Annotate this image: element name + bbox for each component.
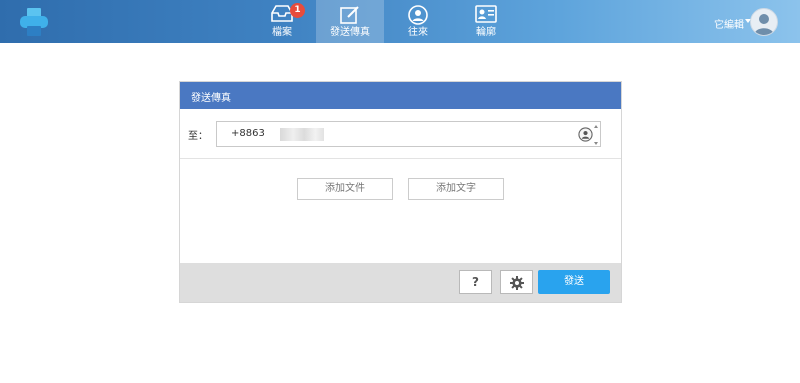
nav-send-fax[interactable]: 發送傳真 <box>316 0 384 43</box>
settings-button[interactable] <box>500 270 533 294</box>
redacted-number <box>280 128 324 141</box>
send-fax-dialog: 發送傳真 至： +8863 添加文件 添加文字 ? 發送 <box>179 81 622 303</box>
recipient-spinner[interactable] <box>594 124 599 146</box>
dialog-header: 發送傳真 <box>180 82 621 109</box>
nav-contacts[interactable]: 往來 <box>384 0 452 43</box>
help-button[interactable]: ? <box>459 270 492 294</box>
nav-inbox-label: 檔案 <box>272 27 292 38</box>
send-button[interactable]: 發送 <box>538 270 610 294</box>
unread-badge: 1 <box>290 3 305 18</box>
nav-profile-label: 輪廓 <box>476 27 496 38</box>
spinner-up-icon[interactable] <box>594 125 598 128</box>
fax-logo-icon[interactable] <box>19 7 49 37</box>
recipient-label: 至： <box>188 131 208 142</box>
avatar[interactable] <box>750 8 778 36</box>
person-icon <box>408 5 428 25</box>
dialog-footer: ? 發送 <box>180 263 621 302</box>
user-menu-name[interactable]: 它編輯 <box>714 16 744 31</box>
dialog-title: 發送傳真 <box>191 93 231 104</box>
nav-profile[interactable]: 輪廓 <box>452 0 520 43</box>
top-nav-bar: 1 檔案 發送傳真 往來 輪廓 它編輯 <box>0 0 800 43</box>
spinner-down-icon[interactable] <box>594 142 598 145</box>
recipient-value: +8863 <box>231 128 265 139</box>
nav-send-fax-label: 發送傳真 <box>330 27 370 38</box>
add-file-button[interactable]: 添加文件 <box>297 178 393 200</box>
nav-inbox[interactable]: 1 檔案 <box>248 0 316 43</box>
contact-picker-icon[interactable] <box>578 127 593 142</box>
nav-contacts-label: 往來 <box>408 27 428 38</box>
gear-icon <box>510 276 524 290</box>
recipient-input[interactable]: +8863 <box>216 121 601 147</box>
recipient-row: 至： +8863 <box>180 109 621 159</box>
user-avatar-icon <box>754 14 774 35</box>
profile-card-icon <box>475 5 497 23</box>
compose-icon <box>340 6 359 24</box>
add-text-button[interactable]: 添加文字 <box>408 178 504 200</box>
